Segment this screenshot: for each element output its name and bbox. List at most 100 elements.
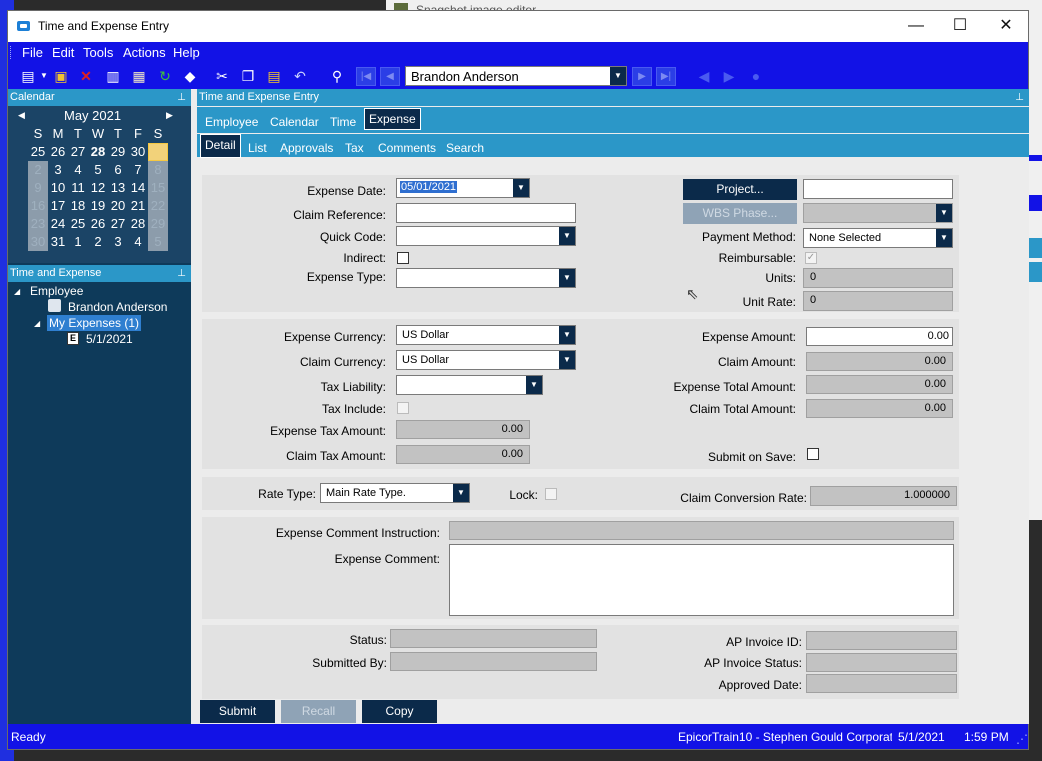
calendar-day[interactable]: 28 — [88, 143, 108, 161]
calendar-day[interactable]: 24 — [48, 215, 68, 233]
subtab-search[interactable]: Search — [446, 141, 484, 155]
calendar-day[interactable]: 18 — [68, 197, 88, 215]
tab-time[interactable]: Time — [330, 115, 356, 129]
calendar-day[interactable]: 23 — [28, 215, 48, 233]
chevron-down-icon[interactable]: ▼ — [610, 67, 626, 85]
calendar-day[interactable]: 2 — [28, 161, 48, 179]
chevron-down-icon[interactable]: ▼ — [513, 179, 529, 197]
calendar-day[interactable]: 19 — [88, 197, 108, 215]
menu-edit[interactable]: Edit — [52, 45, 74, 60]
calendar-day[interactable]: 3 — [48, 161, 68, 179]
forward-icon[interactable]: ▶ — [721, 68, 737, 84]
calendar-day[interactable]: 3 — [108, 233, 128, 251]
menu-actions[interactable]: Actions — [123, 45, 166, 60]
search-icon[interactable]: ⚲ — [329, 68, 345, 84]
delete-icon[interactable]: ✕ — [78, 68, 94, 84]
calendar-day[interactable]: 2 — [88, 233, 108, 251]
copy-icon[interactable]: ❐ — [240, 68, 256, 84]
calendar-day[interactable]: 21 — [128, 197, 148, 215]
payment-method-combo[interactable]: None Selected ▼ — [803, 228, 953, 248]
calendar-day[interactable]: 8 — [148, 161, 168, 179]
expense-amount-field[interactable]: 0.00 — [806, 327, 953, 346]
calendar-day[interactable]: 4 — [128, 233, 148, 251]
tab-calendar[interactable]: Calendar — [270, 115, 319, 129]
chevron-down-icon[interactable]: ▼ — [453, 484, 469, 502]
calendar-day[interactable]: 9 — [28, 179, 48, 197]
tree-expense-entry[interactable]: 5/1/2021 — [86, 332, 133, 346]
calendar-day[interactable]: 29 — [108, 143, 128, 161]
previous-month-icon[interactable]: ◀ — [18, 110, 25, 121]
comment-textarea[interactable] — [449, 544, 954, 616]
calendar-day[interactable]: 4 — [68, 161, 88, 179]
resize-grip-icon[interactable]: ⋰ — [1016, 732, 1028, 746]
maximize-button[interactable]: ☐ — [938, 14, 982, 38]
calendar-day[interactable]: 30 — [28, 233, 48, 251]
submit-on-save-checkbox[interactable] — [807, 448, 819, 460]
calendar-day[interactable]: 11 — [68, 179, 88, 197]
pin-icon[interactable]: ⊥ — [177, 89, 186, 106]
calendar-day[interactable]: 31 — [48, 233, 68, 251]
pin-icon[interactable]: ⊥ — [1015, 89, 1024, 106]
expense-date-field[interactable]: 05/01/2021 ▼ — [396, 178, 530, 198]
submit-button[interactable]: Submit — [200, 700, 275, 723]
expense-type-combo[interactable]: ▼ — [396, 268, 576, 288]
project-field[interactable] — [803, 179, 953, 199]
menu-help[interactable]: Help — [173, 45, 200, 60]
paste-icon[interactable]: ▤ — [266, 68, 282, 84]
calendar-day[interactable]: 15 — [148, 179, 168, 197]
calendar-day[interactable]: 20 — [108, 197, 128, 215]
open-book-icon[interactable]: ▥ — [105, 68, 121, 84]
indirect-checkbox[interactable] — [397, 252, 409, 264]
save-icon[interactable]: ▣ — [53, 68, 69, 84]
menu-file[interactable]: File — [22, 45, 43, 60]
employee-navigator-combo[interactable]: Brandon Anderson ▼ — [405, 66, 627, 86]
subtab-detail[interactable]: Detail — [200, 134, 241, 158]
eraser-icon[interactable]: ◆ — [182, 68, 198, 84]
rate-type-combo[interactable]: Main Rate Type. ▼ — [320, 483, 470, 503]
calendar-day[interactable]: 13 — [108, 179, 128, 197]
tree-employee-node[interactable]: Brandon Anderson — [68, 300, 167, 314]
cut-icon[interactable]: ✂ — [214, 68, 230, 84]
chevron-down-icon[interactable]: ▼ — [559, 269, 575, 287]
calendar-day[interactable]: 7 — [128, 161, 148, 179]
claim-currency-combo[interactable]: US Dollar ▼ — [396, 350, 576, 370]
chevron-down-icon[interactable]: ▼ — [559, 351, 575, 369]
new-icon[interactable]: ▤ — [20, 68, 36, 84]
menu-tools[interactable]: Tools — [83, 45, 113, 60]
next-record-icon[interactable]: ▶ — [632, 67, 652, 86]
pin-icon[interactable]: ⊥ — [177, 265, 186, 282]
quick-code-combo[interactable]: ▼ — [396, 226, 576, 246]
calendar-day[interactable]: 16 — [28, 197, 48, 215]
calendar-day[interactable]: 6 — [108, 161, 128, 179]
copy-button[interactable]: Copy — [362, 700, 437, 723]
tab-expense[interactable]: Expense — [364, 108, 421, 130]
subtab-comments[interactable]: Comments — [378, 141, 436, 155]
refresh-icon[interactable]: ↻ — [157, 68, 173, 84]
calendar-day[interactable]: 22 — [148, 197, 168, 215]
minimize-button[interactable]: — — [894, 14, 938, 38]
home-icon[interactable]: ● — [748, 68, 764, 84]
calendar-day[interactable]: 5 — [88, 161, 108, 179]
close-button[interactable]: ✕ — [984, 14, 1028, 38]
calendar-day[interactable]: 17 — [48, 197, 68, 215]
calendar-day[interactable]: 27 — [68, 143, 88, 161]
chevron-down-icon[interactable]: ▼ — [559, 227, 575, 245]
tree-my-expenses-node[interactable]: My Expenses (1) — [47, 315, 142, 331]
calendar-day[interactable]: 1 — [148, 143, 168, 161]
calendar-day[interactable]: 27 — [108, 215, 128, 233]
attachment-icon[interactable]: ▦ — [131, 68, 147, 84]
previous-record-icon[interactable]: ◀ — [380, 67, 400, 86]
calendar-day[interactable]: 1 — [68, 233, 88, 251]
next-month-icon[interactable]: ▶ — [166, 110, 173, 121]
back-icon[interactable]: ◀ — [696, 68, 712, 84]
chevron-down-icon[interactable]: ▼ — [936, 229, 952, 247]
calendar-day[interactable]: 26 — [48, 143, 68, 161]
calendar-day[interactable]: 5 — [148, 233, 168, 251]
calendar-day[interactable]: 30 — [128, 143, 148, 161]
expense-currency-combo[interactable]: US Dollar ▼ — [396, 325, 576, 345]
claim-reference-field[interactable] — [396, 203, 576, 223]
chevron-down-icon[interactable]: ▼ — [559, 326, 575, 344]
expand-icon[interactable]: ◢ — [34, 319, 40, 328]
calendar-day[interactable]: 28 — [128, 215, 148, 233]
calendar-day[interactable]: 25 — [28, 143, 48, 161]
